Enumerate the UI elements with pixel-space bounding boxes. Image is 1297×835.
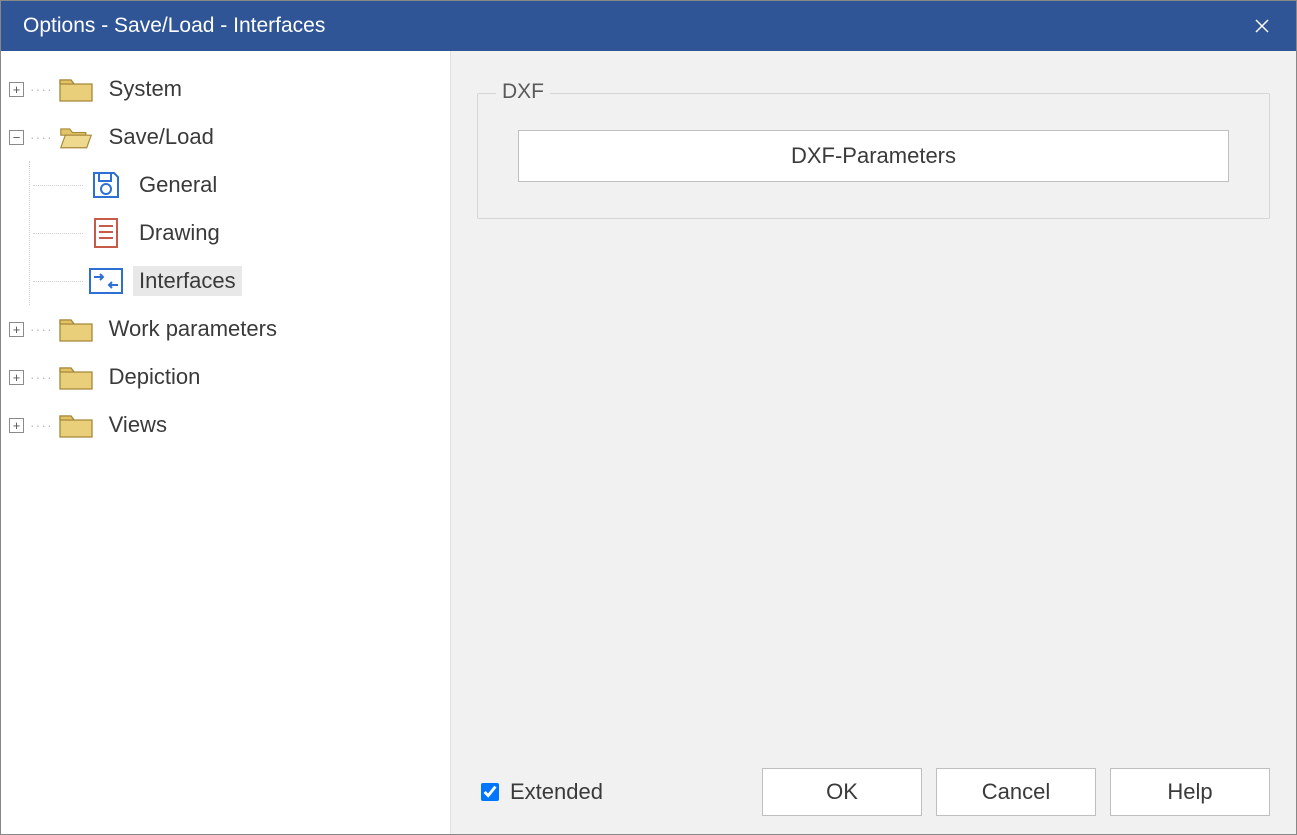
- extended-checkbox[interactable]: [481, 783, 499, 801]
- groupbox-legend: DXF: [496, 80, 550, 104]
- dxf-groupbox: DXF DXF-Parameters: [477, 93, 1270, 219]
- folder-icon: [59, 72, 93, 106]
- tree-label: Save/Load: [103, 122, 220, 152]
- tree-label: General: [133, 170, 223, 200]
- interfaces-icon: [89, 264, 123, 298]
- options-tree-panel: + ···· System: [1, 51, 451, 834]
- tree-item-system[interactable]: + ···· System: [9, 65, 442, 113]
- collapse-icon[interactable]: −: [9, 130, 24, 145]
- tree-item-depiction[interactable]: + ···· Depiction: [9, 353, 442, 401]
- tree-item-general[interactable]: General: [30, 161, 442, 209]
- extended-checkbox-label[interactable]: Extended: [477, 779, 603, 805]
- extended-label-text: Extended: [510, 779, 603, 805]
- expand-icon[interactable]: +: [9, 82, 24, 97]
- tree-label: Interfaces: [133, 266, 242, 296]
- tree-label: Work parameters: [103, 314, 283, 344]
- options-dialog: Options - Save/Load - Interfaces + ····: [0, 0, 1297, 835]
- main-panel: DXF DXF-Parameters Extended OK Cancel He…: [451, 51, 1296, 834]
- close-button[interactable]: [1242, 6, 1282, 46]
- window-title: Options - Save/Load - Interfaces: [23, 14, 325, 38]
- cancel-button[interactable]: Cancel: [936, 768, 1096, 816]
- expand-icon[interactable]: +: [9, 322, 24, 337]
- document-lines-icon: [89, 216, 123, 250]
- close-icon: [1254, 18, 1270, 34]
- tree-label: Drawing: [133, 218, 226, 248]
- dxf-parameters-button[interactable]: DXF-Parameters: [518, 130, 1229, 182]
- dialog-footer: Extended OK Cancel Help: [477, 752, 1270, 816]
- tree-item-views[interactable]: + ···· Views: [9, 401, 442, 449]
- folder-icon: [59, 312, 93, 346]
- tree-label: Views: [103, 410, 173, 440]
- tree-label: Depiction: [103, 362, 207, 392]
- tree-item-interfaces[interactable]: Interfaces: [30, 257, 442, 305]
- expand-icon[interactable]: +: [9, 418, 24, 433]
- tree-label: System: [103, 74, 188, 104]
- expand-icon[interactable]: +: [9, 370, 24, 385]
- options-tree: + ···· System: [9, 65, 442, 449]
- help-button[interactable]: Help: [1110, 768, 1270, 816]
- ok-button[interactable]: OK: [762, 768, 922, 816]
- folder-icon: [59, 360, 93, 394]
- tree-item-work-parameters[interactable]: + ···· Work parameters: [9, 305, 442, 353]
- folder-icon: [59, 408, 93, 442]
- titlebar: Options - Save/Load - Interfaces: [1, 1, 1296, 51]
- tree-item-saveload[interactable]: − ···· Save/Load: [9, 113, 442, 161]
- save-icon: [89, 168, 123, 202]
- folder-open-icon: [59, 120, 93, 154]
- tree-item-drawing[interactable]: Drawing: [30, 209, 442, 257]
